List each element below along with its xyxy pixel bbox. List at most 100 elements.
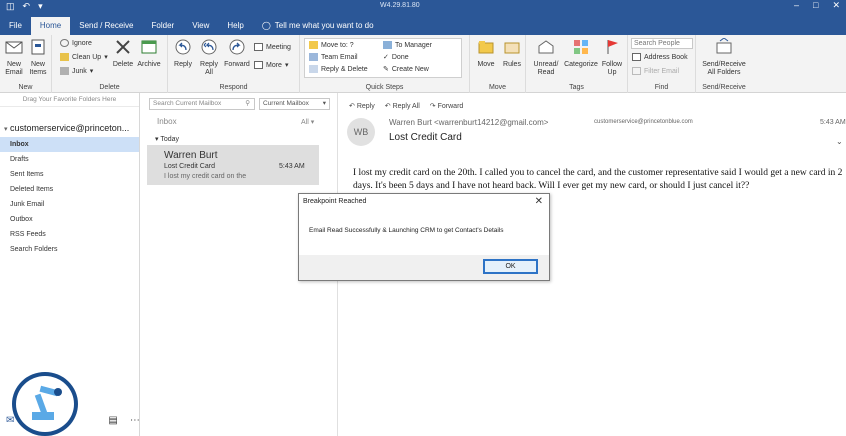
group-label-new: New xyxy=(18,84,33,91)
tell-me-box[interactable]: ◯ Tell me what you want to do xyxy=(253,17,383,35)
tab-file[interactable]: File xyxy=(0,17,31,35)
tasks-nav-icon[interactable]: ▤ xyxy=(108,415,117,426)
reply-all-button[interactable]: Reply All xyxy=(196,38,222,77)
filter-email-button[interactable]: Filter Email xyxy=(632,67,679,75)
account-name: customerservice@princeton... xyxy=(10,123,130,133)
send-receive-icon xyxy=(716,37,732,54)
group-delete: Ignore Clean Up ▾ Junk ▾ Delete Archive De… xyxy=(52,35,168,93)
send-receive-all-button[interactable]: Send/Receive All Folders xyxy=(700,37,748,77)
reading-forward-button[interactable]: ↷ Forward xyxy=(430,102,464,110)
folder-label: Inbox xyxy=(157,117,177,126)
tab-folder[interactable]: Folder xyxy=(143,17,184,35)
new-email-button[interactable]: New Email xyxy=(1,38,27,77)
reply-all-icon xyxy=(201,39,217,55)
close-icon[interactable]: ✕ xyxy=(832,0,840,11)
reply-all-icon: ↶ xyxy=(384,103,391,110)
categorize-button[interactable]: Categorize xyxy=(564,38,598,69)
folder-sent-items[interactable]: Sent Items xyxy=(0,167,139,182)
maximize-icon[interactable]: □ xyxy=(813,0,818,11)
folder-rss-feeds[interactable]: RSS Feeds xyxy=(0,227,139,242)
dialog-message: Email Read Successfully & Launching CRM … xyxy=(309,227,504,234)
chevron-down-icon[interactable]: ⌄ xyxy=(836,137,843,146)
quick-steps-gallery: Move to: ? Team Email Reply & Delete To … xyxy=(304,38,462,78)
mail-nav-icon[interactable]: ✉ xyxy=(6,415,14,426)
filter-all[interactable]: All ▾ xyxy=(301,118,314,126)
reading-reply-button[interactable]: ↶ Reply xyxy=(349,102,375,110)
reply-delete-icon xyxy=(309,65,318,73)
folder-deleted-items[interactable]: Deleted Items xyxy=(0,182,139,197)
forward-button[interactable]: Forward xyxy=(224,38,250,69)
close-icon[interactable]: ✕ xyxy=(535,194,543,210)
delete-button[interactable]: Delete xyxy=(110,38,136,69)
arrow-right-icon xyxy=(383,41,392,49)
robot-arm-icon xyxy=(32,385,62,420)
more-nav-icon[interactable]: ⋯ xyxy=(130,415,140,426)
list-item[interactable]: Warren Burt Lost Credit Card I lost my c… xyxy=(147,145,319,185)
unread-envelope-icon xyxy=(538,40,554,54)
group-label-tags: Tags xyxy=(569,84,584,91)
group-respond: Reply Reply All Forward Meeting More ▾ Re… xyxy=(168,35,300,93)
folder-inbox[interactable]: Inbox xyxy=(0,137,139,152)
window-controls: – □ ✕ xyxy=(794,0,840,11)
clean-up-button[interactable]: Clean Up ▾ xyxy=(60,53,108,61)
mail-sender: Warren Burt xyxy=(164,150,218,161)
group-label-quick-steps: Quick Steps xyxy=(365,84,404,91)
ignore-button[interactable]: Ignore xyxy=(60,39,92,47)
folder-drafts[interactable]: Drafts xyxy=(0,152,139,167)
rules-button[interactable]: Rules xyxy=(499,38,525,69)
group-find: Search People Address Book Filter Email … xyxy=(628,35,696,93)
minimize-icon[interactable]: – xyxy=(794,0,799,11)
qs-create-new[interactable]: ✎ Create New xyxy=(383,65,429,74)
search-input[interactable]: Search Current Mailbox ⚲ xyxy=(149,98,255,110)
qs-move-to[interactable]: Move to: ? xyxy=(309,41,354,49)
sender-line: Warren Burt <warrenburt14212@gmail.com> xyxy=(389,118,549,127)
qs-to-manager[interactable]: To Manager xyxy=(383,41,432,49)
qs-reply-delete[interactable]: Reply & Delete xyxy=(309,65,368,73)
mailbox-scope-select[interactable]: Current Mailbox ▾ xyxy=(259,98,330,110)
folder-junk-email[interactable]: Junk Email xyxy=(0,197,139,212)
save-icon[interactable]: ◫ xyxy=(6,1,15,12)
new-items-button[interactable]: New Items xyxy=(25,38,51,77)
more-button[interactable]: More ▾ xyxy=(254,61,288,69)
undo-icon[interactable]: ↶ xyxy=(23,1,31,12)
follow-up-button[interactable]: Follow Up xyxy=(599,38,625,77)
dialog-title: Breakpoint Reached xyxy=(299,194,549,210)
customize-icon[interactable]: ▾ xyxy=(38,1,43,12)
quick-access-toolbar: ◫ ↶ ▾ xyxy=(6,1,43,12)
reply-button[interactable]: Reply xyxy=(170,38,196,69)
unread-read-button[interactable]: Unread/ Read xyxy=(530,38,562,77)
move-button[interactable]: Move xyxy=(473,38,499,69)
expand-arrow-icon: ▾ xyxy=(4,126,8,133)
qs-team-email[interactable]: Team Email xyxy=(309,53,358,61)
archive-icon xyxy=(141,40,157,54)
reading-reply-all-button[interactable]: ↶ Reply All xyxy=(385,102,420,110)
archive-button[interactable]: Archive xyxy=(136,38,162,69)
folder-search-folders[interactable]: Search Folders xyxy=(0,242,139,257)
calendar-icon xyxy=(254,43,263,51)
mail-time: 5:43 AM xyxy=(279,163,305,170)
meeting-button[interactable]: Meeting xyxy=(254,43,291,51)
tell-me-text: Tell me what you want to do xyxy=(274,21,374,30)
envelope-icon xyxy=(5,41,23,54)
junk-button[interactable]: Junk ▾ xyxy=(60,67,93,75)
mail-preview: I lost my credit card on the xyxy=(164,173,247,180)
tab-home[interactable]: Home xyxy=(30,17,71,35)
move-folder-icon xyxy=(478,41,494,54)
qs-done[interactable]: ✓ Done xyxy=(383,53,409,62)
filter-icon xyxy=(632,67,641,75)
message-subject: Lost Credit Card xyxy=(389,132,462,143)
tab-view[interactable]: View xyxy=(183,17,218,35)
tab-help[interactable]: Help xyxy=(218,17,252,35)
window-title: W4.29.81.80 xyxy=(380,2,420,9)
more-icon xyxy=(254,61,263,69)
reading-actions: ↶ Reply ↶ Reply All ↷ Forward xyxy=(349,102,463,110)
search-people-input[interactable]: Search People xyxy=(631,38,693,49)
address-book-button[interactable]: Address Book xyxy=(632,53,688,61)
robot-logo xyxy=(12,372,78,436)
folder-outbox[interactable]: Outbox xyxy=(0,212,139,227)
group-label-respond: Respond xyxy=(219,84,248,91)
ok-button[interactable]: OK xyxy=(483,259,538,274)
tab-send-receive[interactable]: Send / Receive xyxy=(70,17,142,35)
chevron-down-icon: ▾ xyxy=(89,68,94,75)
flag-icon xyxy=(607,40,618,54)
